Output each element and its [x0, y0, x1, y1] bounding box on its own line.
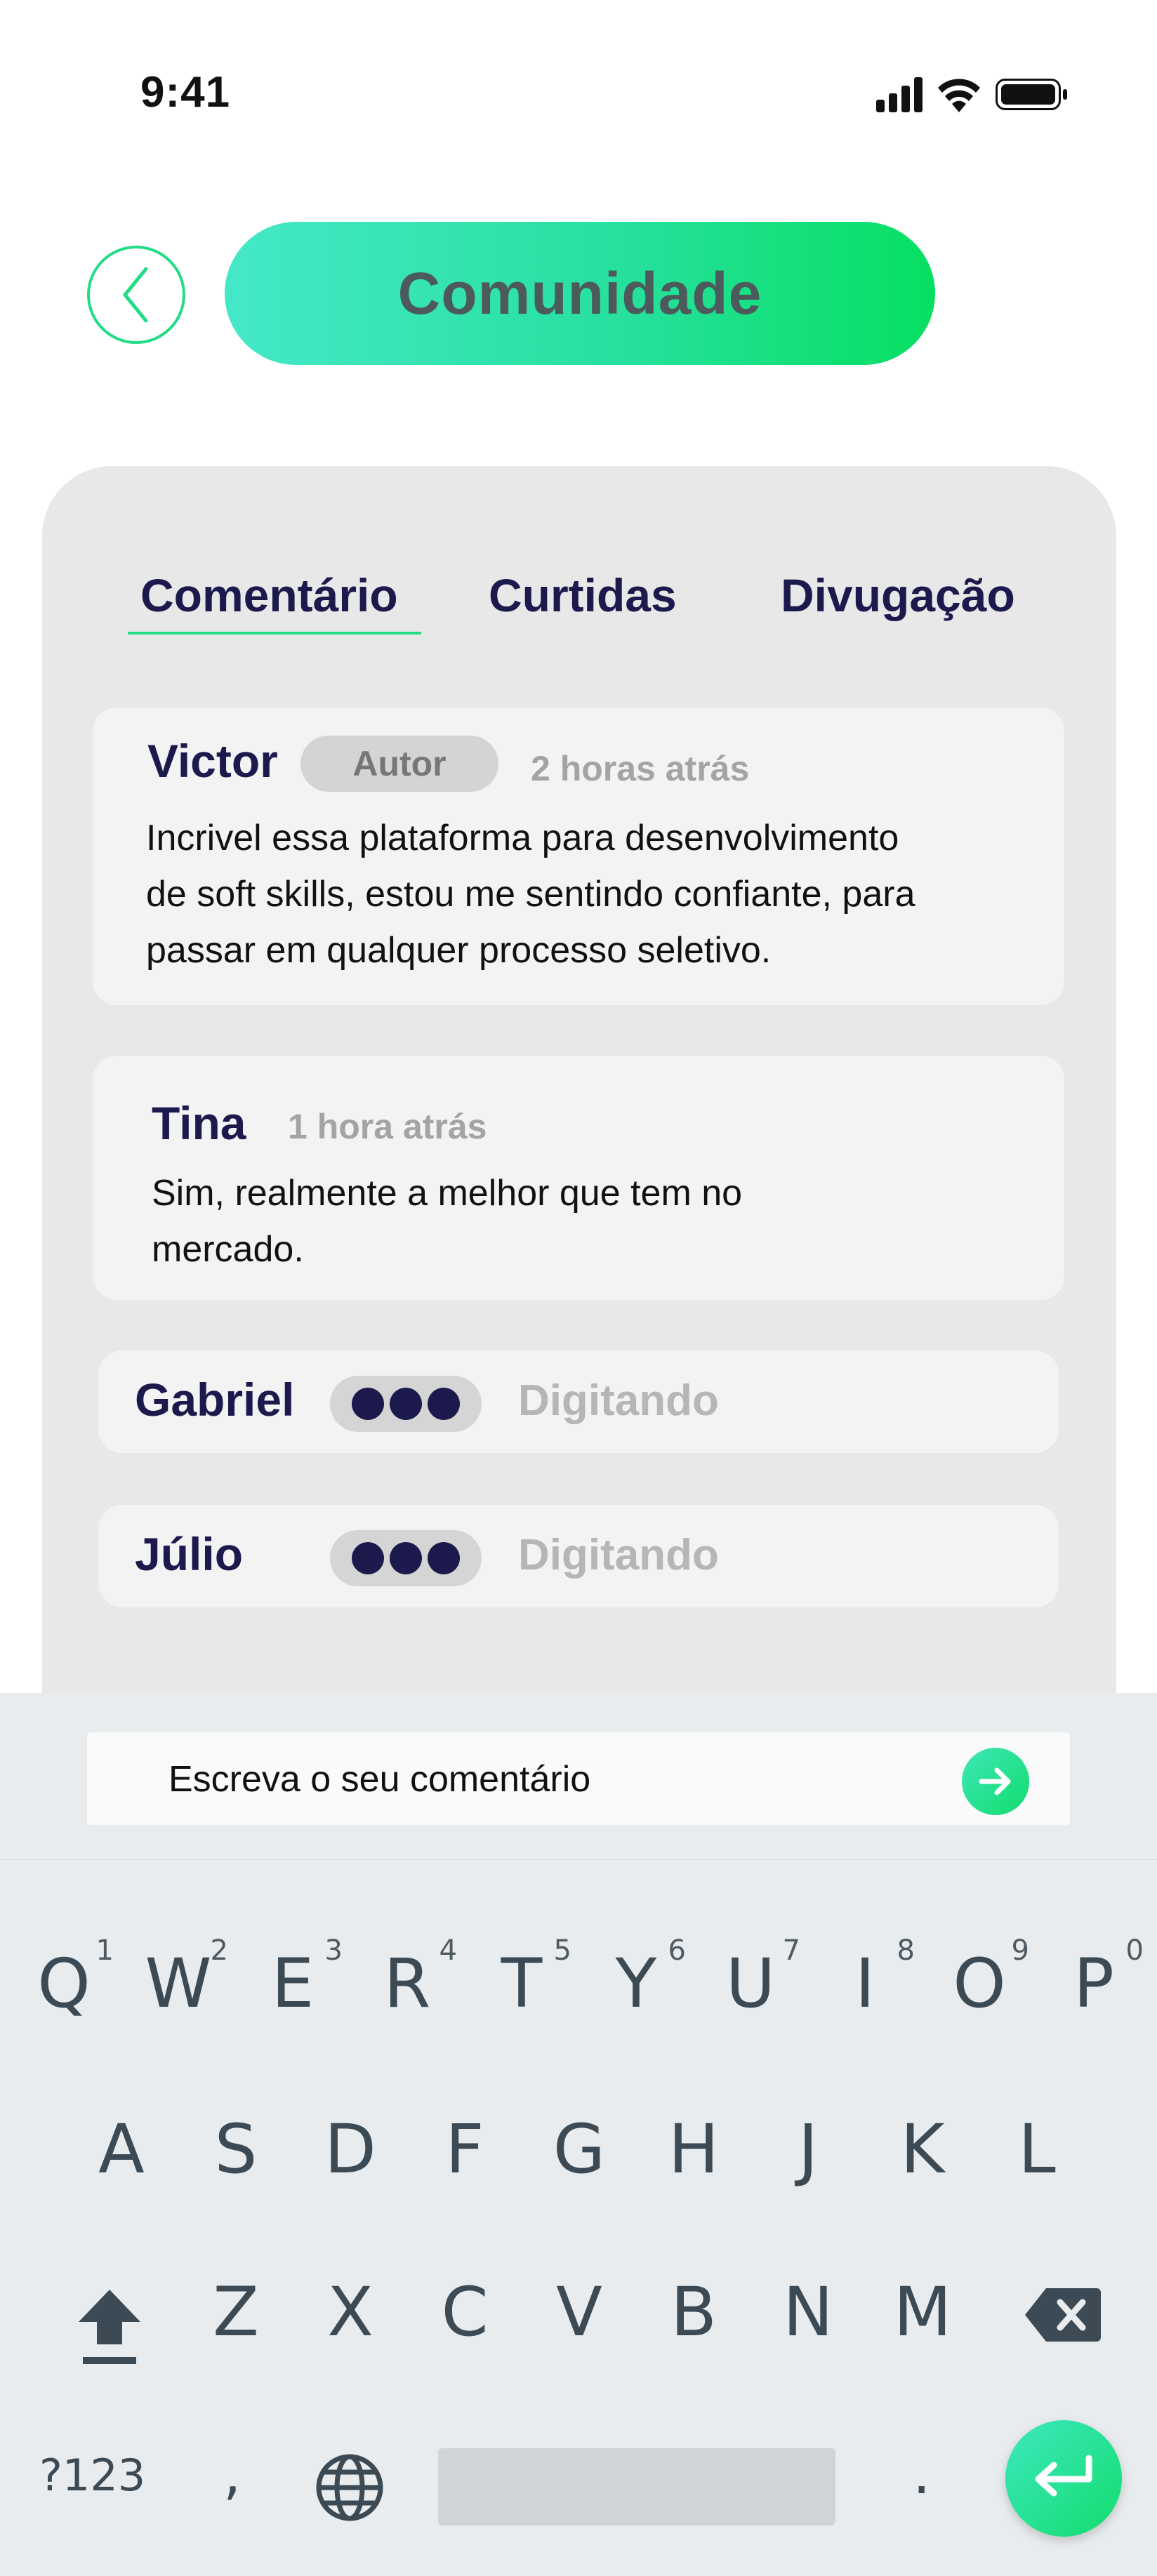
key-r[interactable]: R4	[362, 1934, 457, 2023]
key-l[interactable]: L	[991, 2110, 1083, 2189]
key-z[interactable]: Z	[190, 2273, 282, 2351]
tab-comentario[interactable]: Comentário	[140, 569, 398, 622]
key-v[interactable]: V	[534, 2273, 625, 2351]
typing-dot	[428, 1388, 460, 1420]
key-d[interactable]: D	[305, 2110, 396, 2189]
key-j[interactable]: J	[762, 2110, 854, 2189]
key-m[interactable]: M	[877, 2273, 968, 2351]
typing-user-name: Gabriel	[135, 1374, 295, 1426]
key-w[interactable]: W2	[133, 1934, 228, 2023]
status-time: 9:41	[140, 68, 231, 117]
comment-time: 1 hora atrás	[288, 1107, 487, 1146]
comment-input-container	[87, 1732, 1070, 1826]
comment-input[interactable]	[167, 1732, 942, 1826]
page-title: Comunidade	[397, 260, 762, 326]
chevron-left-icon	[123, 267, 148, 323]
enter-key[interactable]	[1005, 2420, 1122, 2537]
typing-indicator-row: Júlio Digitando	[98, 1505, 1059, 1607]
typing-indicator-row: Gabriel Digitando	[98, 1350, 1059, 1453]
backspace-icon	[1025, 2288, 1101, 2342]
key-i[interactable]: I8	[819, 1934, 915, 2023]
typing-dot	[390, 1542, 422, 1574]
key-b[interactable]: B	[648, 2273, 739, 2351]
wifi-icon	[938, 79, 980, 112]
send-button[interactable]	[962, 1748, 1029, 1815]
back-button[interactable]	[87, 246, 185, 344]
author-badge: Autor	[300, 736, 498, 792]
typing-dots	[330, 1530, 482, 1586]
key-e[interactable]: E3	[247, 1934, 343, 2023]
comment-line: Incrivel essa plataforma para desenvolvi…	[146, 818, 899, 858]
active-tab-indicator	[128, 632, 421, 635]
comment-line: mercado.	[152, 1229, 304, 1270]
key-h[interactable]: H	[648, 2110, 739, 2189]
typing-dot	[352, 1542, 384, 1574]
key-p[interactable]: P0	[1048, 1934, 1144, 2023]
typing-dot	[390, 1388, 422, 1420]
key-k[interactable]: K	[877, 2110, 968, 2189]
signal-icon	[876, 77, 923, 112]
symbols-key[interactable]: ?123	[39, 2450, 145, 2501]
globe-icon	[316, 2454, 383, 2521]
key-t[interactable]: T5	[476, 1934, 571, 2023]
typing-status: Digitando	[518, 1376, 719, 1425]
key-s[interactable]: S	[190, 2110, 282, 2189]
tab-divugacao[interactable]: Divugação	[781, 569, 1015, 622]
comment-author-name[interactable]: Victor	[147, 734, 278, 788]
key-a[interactable]: A	[76, 2110, 167, 2189]
key-n[interactable]: N	[762, 2273, 854, 2351]
key-g[interactable]: G	[534, 2110, 625, 2189]
key-o[interactable]: O9	[934, 1934, 1029, 2023]
comment-line: Sim, realmente a melhor que tem no	[152, 1173, 743, 1214]
shift-icon	[79, 2290, 140, 2364]
comment-line: de soft skills, estou me sentindo confia…	[146, 874, 915, 915]
status-icons	[876, 77, 1067, 112]
comment-line: passar em qualquer processo seletivo.	[146, 930, 772, 971]
space-key[interactable]	[438, 2448, 835, 2525]
comment-time: 2 horas atrás	[531, 749, 750, 788]
period-key[interactable]: .	[913, 2441, 930, 2507]
key-u[interactable]: U7	[705, 1934, 800, 2023]
comment-card: Victor Autor 2 horas atrás Incrivel essa…	[93, 708, 1064, 1005]
key-y[interactable]: Y6	[590, 1934, 686, 2023]
typing-dots	[330, 1376, 482, 1432]
comment-body: Sim, realmente a melhor que tem no merca…	[152, 1165, 1036, 1277]
battery-icon	[996, 79, 1067, 110]
key-c[interactable]: C	[419, 2273, 510, 2351]
comment-card: Tina 1 hora atrás Sim, realmente a melho…	[93, 1056, 1064, 1300]
comment-author-name[interactable]: Tina	[152, 1096, 246, 1150]
arrow-right-icon	[979, 1767, 1011, 1795]
tab-curtidas[interactable]: Curtidas	[489, 569, 677, 622]
typing-dot	[428, 1542, 460, 1574]
comment-body: Incrivel essa plataforma para desenvolvi…	[146, 810, 1059, 978]
typing-user-name: Júlio	[135, 1528, 244, 1580]
backspace-key[interactable]	[1022, 2281, 1104, 2349]
key-x[interactable]: X	[305, 2273, 396, 2351]
page-title-pill: Comunidade	[225, 222, 935, 365]
typing-status: Digitando	[518, 1531, 719, 1579]
comma-key[interactable]: ,	[223, 2441, 241, 2507]
key-f[interactable]: F	[419, 2110, 510, 2189]
shift-key[interactable]	[67, 2280, 152, 2371]
enter-icon	[1035, 2455, 1092, 2497]
key-q[interactable]: Q1	[18, 1934, 114, 2023]
language-key[interactable]	[315, 2452, 385, 2523]
typing-dot	[352, 1388, 384, 1420]
